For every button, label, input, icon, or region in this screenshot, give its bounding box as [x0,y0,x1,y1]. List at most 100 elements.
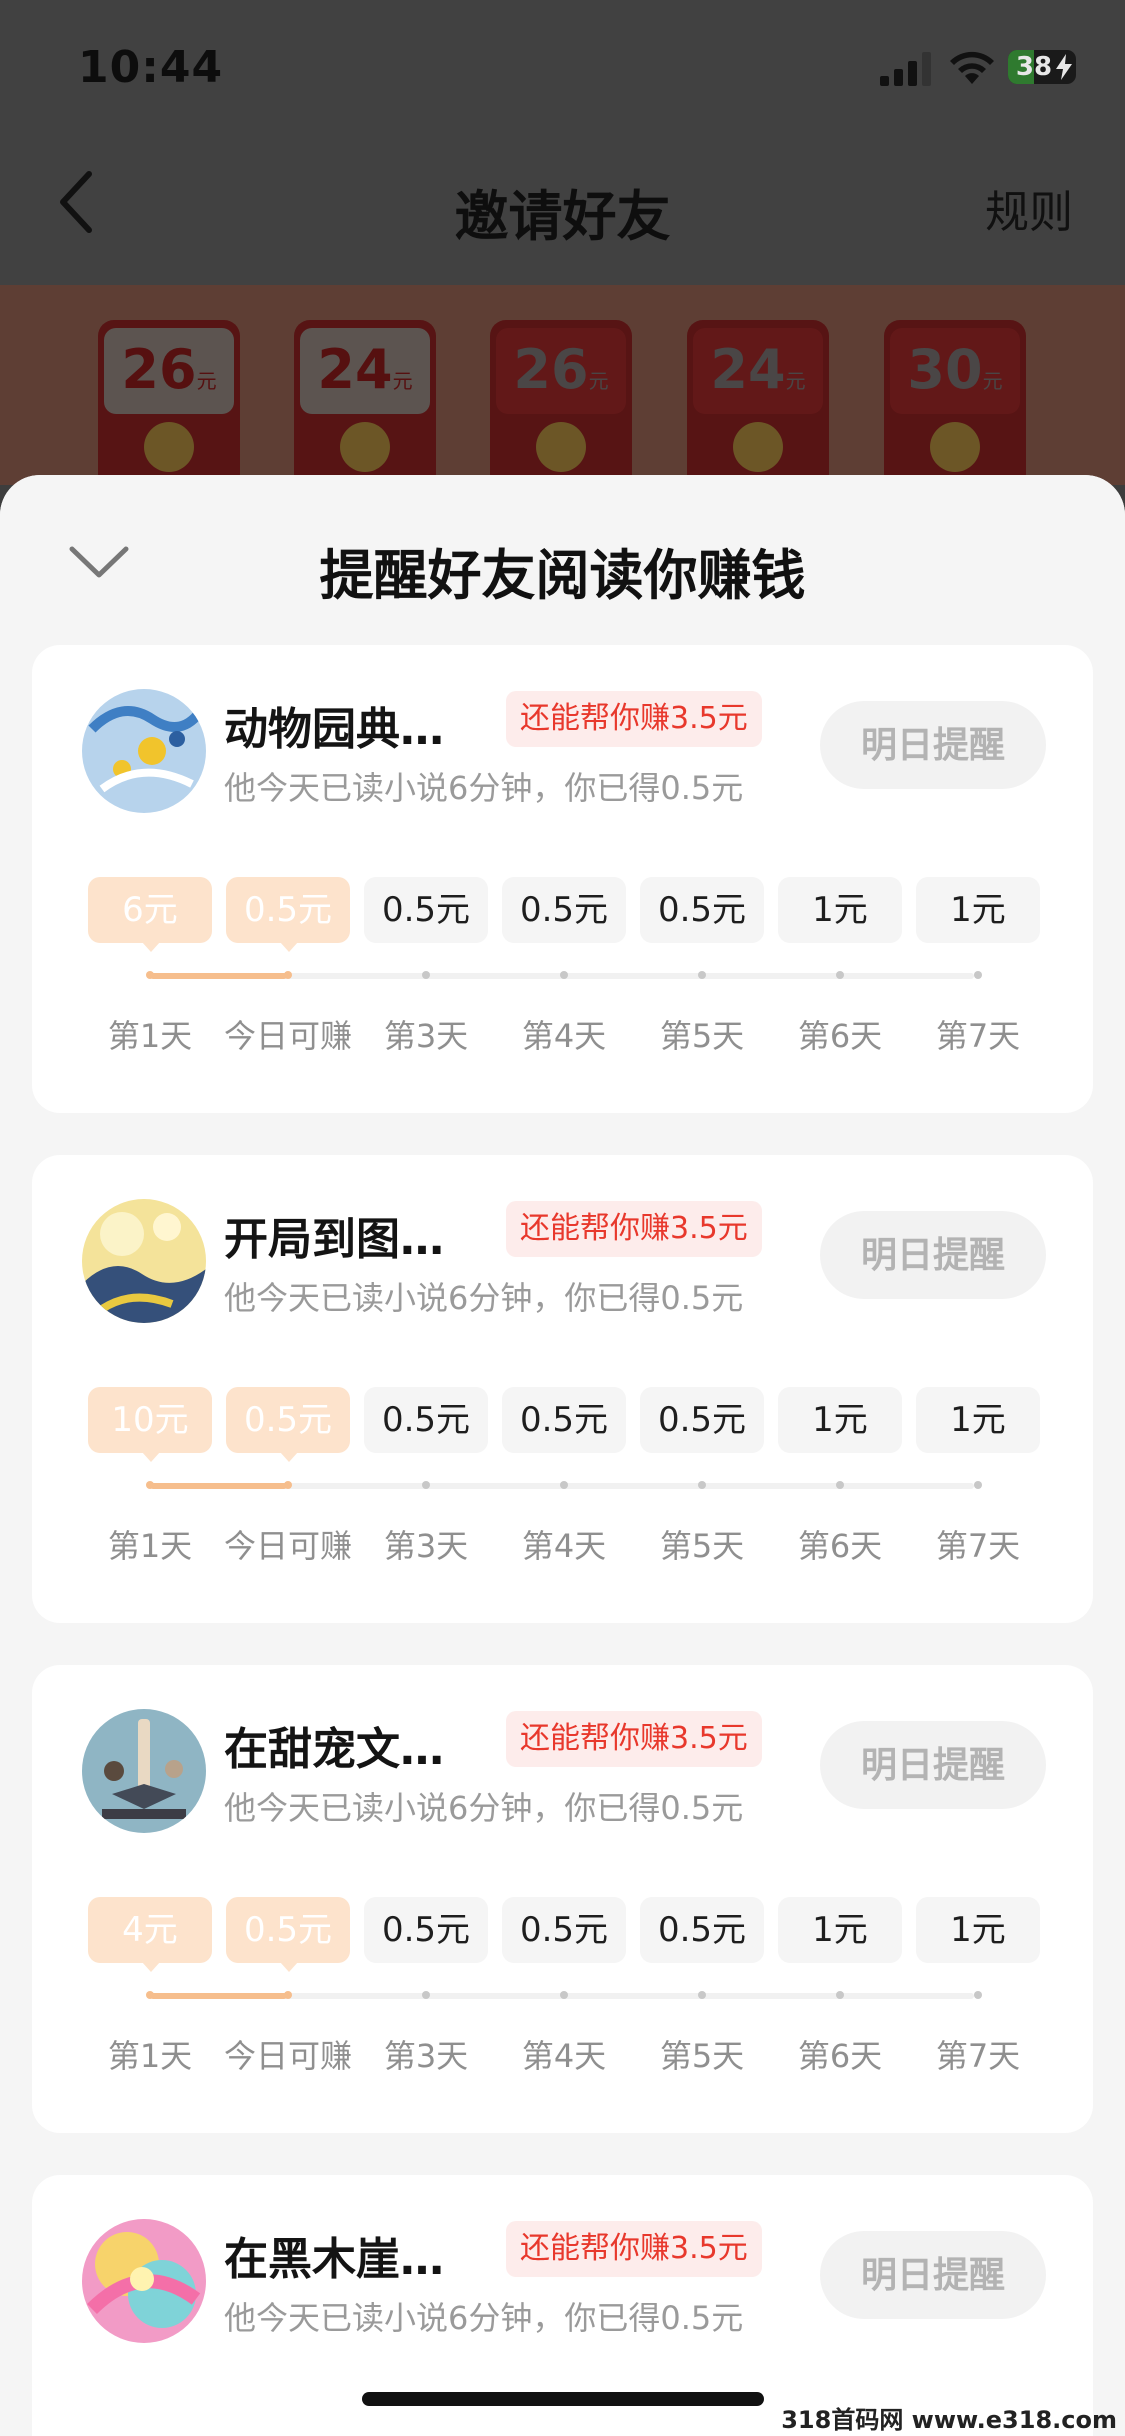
coin-icon [144,422,194,472]
day-label: 第1天 [107,1527,193,1565]
day-label: 第5天 [659,2037,745,2075]
day-label: 第3天 [383,1017,469,1055]
wifi-icon [950,51,994,84]
friend-name: 在甜宠文… [224,1724,444,1775]
remind-tomorrow-button[interactable]: 明日提醒 [820,2231,1046,2319]
day-label: 第7天 [935,1527,1021,1565]
day-label: 第1天 [107,1017,193,1055]
day-reward-amount: 10元 [88,1387,212,1462]
page-title: 邀请好友 [454,185,671,248]
friend-card: 在甜宠文… 还能帮你赚3.5元 他今天已读小说6分钟，你已得0.5元 明日提醒 4元 0.… [32,1665,1093,2133]
friend-name: 在黑木崖… [224,2234,444,2285]
progress-dot [284,1481,292,1489]
earn-badge: 还能帮你赚3.5元 [506,691,762,747]
progress-dot [422,1481,430,1489]
earn-badge: 还能帮你赚3.5元 [506,1201,762,1257]
progress-dot [422,1991,430,1999]
envelope-amount: 26元 [513,338,609,401]
progress-dot [698,1991,706,1999]
day-reward-amount: 4元 [88,1897,212,1972]
coin-icon [733,422,783,472]
progress-dot [698,971,706,979]
day-reward-amount: 0.5元 [226,1897,350,1972]
day-reward-amount: 1元 [916,1897,1040,1963]
status-time: 10:44 [78,42,224,93]
coin-icon [340,422,390,472]
battery-icon: 38 [1008,50,1076,84]
progress-fill [150,1483,288,1489]
day-label: 第7天 [935,1017,1021,1055]
earn-badge: 还能帮你赚3.5元 [506,2221,762,2277]
day-label: 第3天 [383,1527,469,1565]
progress-dot [560,1481,568,1489]
progress-dot [836,1991,844,1999]
rules-link[interactable]: 规则 [985,176,1073,240]
progress-dot [698,1481,706,1489]
day-label: 第4天 [521,1527,607,1565]
day-label: 第5天 [659,1017,745,1055]
progress-dot [836,971,844,979]
remind-tomorrow-button[interactable]: 明日提醒 [820,701,1046,789]
envelope-amount: 30元 [907,338,1003,401]
status-bar: 10:44 38 [0,0,1125,135]
progress-dot [146,1481,154,1489]
watermark: 318首码网 www.e318.com [781,2406,1117,2434]
day-label: 第7天 [935,2037,1021,2075]
friend-avatar [82,2219,206,2343]
day-reward-amount: 0.5元 [364,1387,488,1453]
day-reward-amount: 0.5元 [364,877,488,943]
sheet-title: 提醒好友阅读你赚钱 [319,544,806,607]
red-envelope: 30元 [884,320,1026,490]
day-label: 第6天 [797,1527,883,1565]
progress-fill [150,973,288,979]
red-envelope: 26元 [490,320,632,490]
envelope-amount: 26元 [121,338,217,401]
day-reward-amount: 0.5元 [226,1387,350,1462]
day-reward-amount: 1元 [916,1387,1040,1453]
progress-dot [560,1991,568,1999]
day-reward-amount: 0.5元 [502,1897,626,1963]
day-reward-amount: 1元 [778,877,902,943]
day-label: 今日可赚 [223,2037,352,2075]
progress-dot [974,971,982,979]
day-reward-amount: 0.5元 [640,877,764,943]
charging-bolt-icon [1056,54,1072,80]
friend-avatar [82,1199,206,1323]
progress-dot [560,971,568,979]
day-label: 今日可赚 [223,1527,352,1565]
day-reward-amount: 1元 [778,1387,902,1453]
envelope-amount: 24元 [710,338,806,401]
friend-card: 开局到图… 还能帮你赚3.5元 他今天已读小说6分钟，你已得0.5元 明日提醒 10元 0… [32,1155,1093,1623]
red-envelope: 24元 [294,320,436,490]
day-reward-amount: 6元 [88,877,212,952]
coin-icon [536,422,586,472]
progress-dot [284,971,292,979]
battery-percent: 38 [1015,52,1053,82]
day-reward-amount: 0.5元 [226,877,350,952]
day-reward-amount: 0.5元 [640,1387,764,1453]
day-label: 第3天 [383,2037,469,2075]
earn-badge: 还能帮你赚3.5元 [506,1711,762,1767]
envelope-amount: 24元 [317,338,413,401]
day-label: 第4天 [521,1017,607,1055]
day-reward-amount: 0.5元 [364,1897,488,1963]
friend-card: 动物园典… 还能帮你赚3.5元 他今天已读小说6分钟，你已得0.5元 明日提醒 6元 0.… [32,645,1093,1113]
read-status: 他今天已读小说6分钟，你已得0.5元 [224,769,744,807]
progress-fill [150,1993,288,1999]
remind-tomorrow-button[interactable]: 明日提醒 [820,1721,1046,1809]
read-status: 他今天已读小说6分钟，你已得0.5元 [224,2299,744,2337]
friend-name: 动物园典… [224,704,444,755]
coin-icon [930,422,980,472]
red-envelope: 26元 [98,320,240,490]
home-indicator[interactable] [362,2392,764,2406]
day-reward-amount: 0.5元 [640,1897,764,1963]
day-label: 第5天 [659,1527,745,1565]
day-reward-amount: 1元 [916,877,1040,943]
nav-bar: 邀请好友 规则 [0,140,1125,270]
day-label: 第1天 [107,2037,193,2075]
progress-dot [836,1481,844,1489]
progress-dot [146,1991,154,1999]
remind-tomorrow-button[interactable]: 明日提醒 [820,1211,1046,1299]
friend-name: 开局到图… [224,1214,444,1265]
day-label: 今日可赚 [223,1017,352,1055]
